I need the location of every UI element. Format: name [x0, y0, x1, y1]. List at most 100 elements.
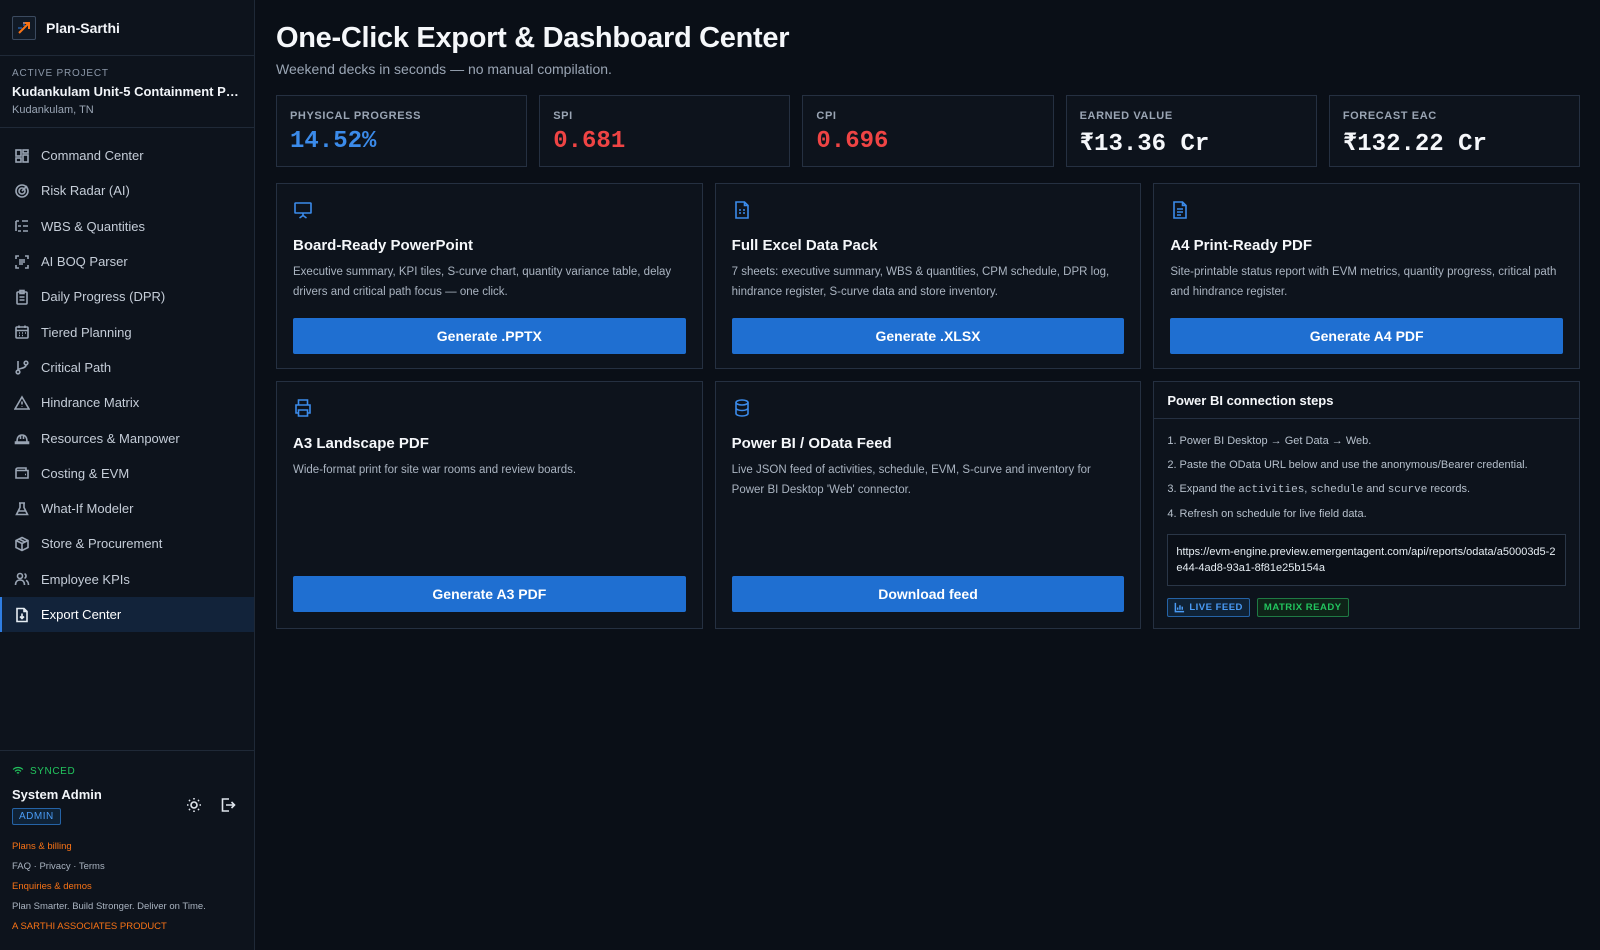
user-actions — [186, 797, 236, 813]
kpi-forecast-eac: FORECAST EAC ₹132.22 Cr — [1328, 95, 1581, 167]
export-card-pptx: Board-Ready PowerPoint Executive summary… — [276, 183, 703, 369]
sync-status: SYNCED — [12, 765, 242, 777]
sidebar-item-daily-progress[interactable]: Daily Progress (DPR) — [0, 279, 254, 314]
code-schedule: schedule — [1310, 484, 1364, 496]
powerbi-step: 4. Refresh on schedule for live field da… — [1167, 508, 1367, 520]
sidebar-item-label: Tiered Planning — [41, 324, 132, 340]
sidebar-item-command-center[interactable]: Command Center — [0, 138, 254, 173]
grid-icon — [15, 148, 29, 163]
kpi-earned-value: EARNED VALUE ₹13.36 Cr — [1065, 95, 1317, 167]
radar-icon — [15, 184, 29, 198]
generate-pptx-button[interactable]: Generate .PPTX — [293, 318, 686, 354]
code-scurve: scurve — [1387, 484, 1428, 496]
users-icon — [14, 572, 30, 586]
sidebar-item-resources-manpower[interactable]: Resources & Manpower — [0, 420, 254, 455]
sidebar-item-label: Hindrance Matrix — [41, 395, 140, 411]
card-title: Board-Ready PowerPoint — [293, 237, 474, 254]
kpi-label: FORECAST EAC — [1342, 110, 1437, 122]
sidebar-item-label: Daily Progress (DPR) — [41, 289, 166, 305]
generate-a3-pdf-button[interactable]: Generate A3 PDF — [293, 576, 686, 612]
sidebar-item-what-if-modeler[interactable]: What-If Modeler — [0, 491, 254, 526]
plans-billing-link[interactable]: Plans & billing — [12, 837, 242, 857]
sidebar-item-label: Costing & EVM — [41, 465, 130, 481]
step-text: and — [1363, 483, 1388, 495]
package-icon — [15, 536, 29, 552]
legal-links[interactable]: FAQ · Privacy · Terms — [12, 857, 242, 877]
badge-label: LIVE FEED — [1189, 602, 1243, 613]
sidebar-nav: Command Center Risk Radar (AI) WBS & Qua… — [0, 128, 254, 633]
list-tree-icon — [15, 220, 28, 233]
kpi-row: PHYSICAL PROGRESS 14.52% SPI 0.681 CPI 0… — [276, 95, 1581, 167]
sidebar-item-tiered-planning[interactable]: Tiered Planning — [0, 314, 254, 349]
step-text: records. — [1427, 483, 1471, 495]
odata-url[interactable]: https://evm-engine.preview.emergentagent… — [1167, 534, 1566, 586]
kpi-label: PHYSICAL PROGRESS — [290, 110, 422, 122]
export-card-powerbi-feed: Power BI / OData Feed Live JSON feed of … — [714, 381, 1142, 629]
kpi-spi: SPI 0.681 — [539, 95, 791, 167]
role-badge: ADMIN — [12, 808, 61, 825]
printer-icon — [295, 399, 311, 417]
kpi-value: ₹132.22 Cr — [1342, 131, 1487, 158]
enquiries-link[interactable]: Enquiries & demos — [12, 877, 242, 897]
kpi-cpi: CPI 0.696 — [802, 95, 1054, 167]
clipboard-icon — [16, 289, 28, 305]
card-title: A3 Landscape PDF — [293, 435, 429, 452]
document-icon — [1173, 201, 1188, 219]
footer-links: Plans & billing FAQ · Privacy · Terms En… — [12, 837, 242, 937]
sidebar-item-employee-kpis[interactable]: Employee KPIs — [0, 562, 254, 597]
generate-a4-pdf-button[interactable]: Generate A4 PDF — [1170, 318, 1563, 354]
sidebar-item-label: WBS & Quantities — [41, 218, 146, 234]
sidebar-item-ai-boq-parser[interactable]: AI BOQ Parser — [0, 244, 254, 279]
sidebar-item-store-procurement[interactable]: Store & Procurement — [0, 526, 254, 561]
sidebar-item-hindrance-matrix[interactable]: Hindrance Matrix — [0, 385, 254, 420]
brand-name: Plan-Sarthi — [46, 19, 120, 36]
powerbi-steps-list: 1. Power BI Desktop → Get Data → Web. 2.… — [1167, 429, 1566, 526]
generate-xlsx-button[interactable]: Generate .XLSX — [731, 318, 1125, 354]
scan-text-icon — [15, 254, 29, 269]
user-name: System Admin — [12, 787, 102, 802]
file-download-icon — [16, 607, 28, 622]
warning-icon — [14, 395, 30, 410]
kpi-value: 14.52% — [290, 128, 377, 155]
kpi-value: 0.696 — [816, 128, 889, 155]
sidebar-item-label: Employee KPIs — [41, 571, 130, 587]
sidebar: Plan-Sarthi ACTIVE PROJECT Kudankulam Un… — [0, 0, 255, 950]
card-title: A4 Print-Ready PDF — [1170, 237, 1313, 254]
sidebar-item-critical-path[interactable]: Critical Path — [0, 350, 254, 385]
sidebar-item-wbs-quantities[interactable]: WBS & Quantities — [0, 209, 254, 244]
sidebar-footer: SYNCED System Admin ADMIN Plans & billin… — [0, 750, 254, 950]
sidebar-item-costing-evm[interactable]: Costing & EVM — [0, 456, 254, 491]
step-text: 3. Expand the — [1167, 483, 1239, 495]
card-description: Executive summary, KPI tiles, S-curve ch… — [293, 266, 672, 298]
export-card-a4-pdf: A4 Print-Ready PDF Site-printable status… — [1153, 183, 1580, 369]
sidebar-item-label: Critical Path — [41, 359, 112, 375]
download-feed-button[interactable]: Download feed — [731, 576, 1125, 612]
brand[interactable]: Plan-Sarthi — [0, 0, 254, 56]
wallet-icon — [15, 467, 29, 480]
sidebar-item-label: Export Center — [41, 607, 122, 622]
card-description: 7 sheets: executive summary, WBS & quant… — [731, 266, 1110, 298]
matrix-ready-badge: MATRIX READY — [1256, 598, 1349, 617]
live-feed-badge: LIVE FEED — [1167, 598, 1250, 617]
sidebar-item-label: Store & Procurement — [41, 536, 163, 552]
kpi-label: SPI — [553, 110, 573, 122]
theme-toggle-icon[interactable] — [186, 797, 202, 813]
sidebar-item-label: Resources & Manpower — [41, 430, 180, 446]
page-subtitle: Weekend decks in seconds — no manual com… — [276, 61, 612, 77]
sidebar-item-label: Command Center — [41, 148, 144, 164]
card-description: Wide-format print for site war rooms and… — [293, 464, 577, 476]
hard-hat-icon — [14, 434, 30, 445]
powerbi-steps-title: Power BI connection steps — [1154, 382, 1579, 419]
bar-chart-icon — [1174, 602, 1185, 613]
active-project[interactable]: ACTIVE PROJECT Kudankulam Unit-5 Contain… — [0, 56, 254, 128]
card-description: Site-printable status report with EVM me… — [1170, 266, 1557, 298]
sidebar-item-label: Risk Radar (AI) — [41, 183, 130, 199]
spreadsheet-icon — [734, 201, 749, 219]
sidebar-item-export-center[interactable]: Export Center — [0, 596, 254, 633]
logout-icon[interactable] — [220, 797, 236, 813]
wifi-icon — [12, 766, 24, 776]
sidebar-item-risk-radar[interactable]: Risk Radar (AI) — [0, 173, 254, 208]
database-icon — [734, 399, 749, 417]
card-title: Full Excel Data Pack — [731, 237, 878, 254]
export-card-xlsx: Full Excel Data Pack 7 sheets: executive… — [714, 183, 1142, 369]
